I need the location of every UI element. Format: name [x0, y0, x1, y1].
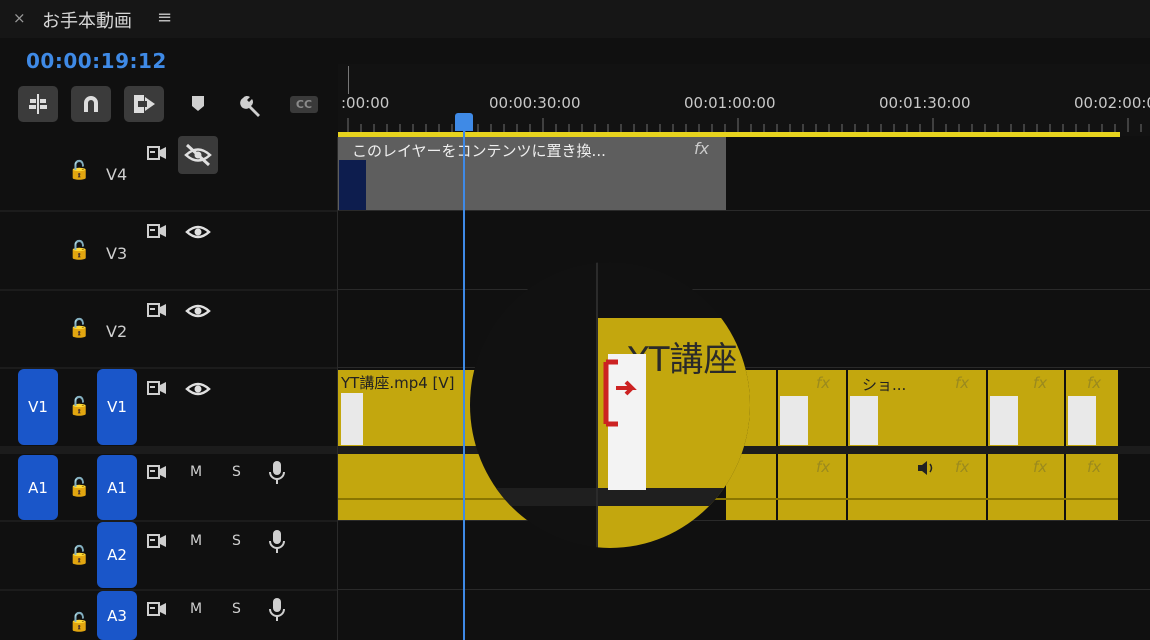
insert-nested-button[interactable]: [18, 86, 58, 122]
eye-icon[interactable]: [184, 222, 212, 242]
microphone-icon[interactable]: [268, 460, 286, 486]
lock-icon[interactable]: 🔓: [68, 160, 90, 181]
track-divider: [0, 520, 338, 522]
ruler-label: 00:02:00:00: [1074, 94, 1150, 112]
track-label-v3: V3: [106, 244, 128, 263]
lane-divider: [338, 589, 1150, 590]
magnified-edge: [596, 262, 598, 548]
microphone-icon[interactable]: [268, 597, 286, 623]
solo-button-a1[interactable]: S: [232, 464, 241, 480]
mute-button-a1[interactable]: M: [190, 464, 202, 480]
track-target-a1[interactable]: A1: [97, 455, 137, 520]
lock-icon[interactable]: 🔓: [68, 396, 90, 417]
lane-divider: [338, 289, 1150, 290]
eye-icon[interactable]: [184, 379, 212, 399]
fx-badge: fx: [816, 374, 831, 392]
playhead-line[interactable]: [463, 128, 465, 640]
solo-button-a2[interactable]: S: [232, 533, 241, 549]
linked-selection-button[interactable]: [124, 86, 164, 122]
track-divider: [0, 210, 338, 212]
track-target-a2[interactable]: A2: [97, 522, 137, 588]
eye-icon[interactable]: [184, 301, 212, 321]
microphone-icon[interactable]: [268, 529, 286, 555]
track-label-v4: V4: [106, 165, 128, 184]
add-marker-button[interactable]: [189, 92, 207, 118]
clip-thumbnail: [990, 396, 1018, 445]
lock-icon[interactable]: 🔓: [68, 477, 90, 498]
clip-thumbnail: [780, 396, 808, 445]
sync-lock-film-icon[interactable]: [147, 533, 167, 549]
fx-badge: fx: [1033, 374, 1048, 392]
magnified-divider: [470, 488, 730, 506]
sync-lock-film-icon[interactable]: [147, 464, 167, 480]
close-tab-icon[interactable]: ×: [13, 9, 26, 27]
sequence-tab-bar: [0, 0, 1150, 38]
audio-speaker-icon: [918, 461, 933, 475]
lock-icon[interactable]: 🔓: [68, 318, 90, 339]
audio-clip[interactable]: [778, 454, 846, 520]
linked-selection-icon: [134, 95, 155, 113]
fx-badge: fx: [955, 458, 970, 476]
mute-button-a3[interactable]: M: [190, 601, 202, 617]
sync-lock-film-icon[interactable]: [147, 145, 167, 161]
lane-divider: [338, 210, 1150, 211]
fx-badge: fx: [694, 139, 710, 158]
sync-lock-film-icon[interactable]: [147, 380, 167, 396]
solo-button-a3[interactable]: S: [232, 601, 241, 617]
sync-lock-film-icon[interactable]: [147, 302, 167, 318]
trim-handle-icon: [603, 359, 637, 427]
snap-button[interactable]: [71, 86, 111, 122]
video-clip-label: ショ...: [862, 376, 907, 394]
add-marker-icon: [192, 96, 204, 111]
fx-badge: fx: [955, 374, 970, 392]
source-patch-v1[interactable]: V1: [18, 369, 58, 445]
sync-lock-film-icon[interactable]: [147, 601, 167, 617]
ruler-label: 00:00:30:00: [489, 94, 581, 112]
playhead-handle[interactable]: [455, 113, 473, 131]
insert-nested-icon: [29, 94, 47, 114]
lock-icon[interactable]: 🔓: [68, 240, 90, 261]
toggle-output-button-v4[interactable]: [178, 136, 218, 174]
timeline-settings-button[interactable]: [239, 92, 265, 122]
audio-clip[interactable]: [988, 454, 1064, 520]
track-target-v1[interactable]: V1: [97, 369, 137, 445]
video-clip-label: YT講座.mp4 [V]: [341, 374, 455, 392]
source-patch-a1[interactable]: A1: [18, 455, 58, 520]
ruler-label: 00:01:00:00: [684, 94, 776, 112]
captions-icon: CC: [295, 98, 313, 111]
wrench-settings-icon: [240, 96, 260, 117]
panel-menu-icon[interactable]: ≡: [157, 7, 172, 28]
clip-thumbnail: [341, 393, 363, 445]
lock-icon[interactable]: 🔓: [68, 545, 90, 566]
ruler-start-line: [348, 66, 349, 94]
lock-icon[interactable]: 🔓: [68, 612, 90, 633]
track-target-a3[interactable]: A3: [97, 591, 137, 640]
track-divider: [0, 289, 338, 291]
snap-magnet-icon: [84, 96, 98, 112]
sequence-tab-title[interactable]: お手本動画: [42, 7, 132, 33]
graphic-clip-thumbnail: [339, 160, 366, 210]
eye-hidden-icon: [184, 143, 212, 167]
fx-badge: fx: [1087, 458, 1102, 476]
graphic-clip-label: このレイヤーをコンテンツに置き換...: [352, 142, 606, 160]
magnifier-overlay: YT講座: [470, 262, 750, 548]
clip-thumbnail: [850, 396, 878, 445]
fx-badge: fx: [1087, 374, 1102, 392]
fx-badge: fx: [1033, 458, 1048, 476]
ruler-label: 00:01:30:00: [879, 94, 971, 112]
sync-lock-film-icon[interactable]: [147, 223, 167, 239]
playhead-timecode[interactable]: 00:00:19:12: [26, 49, 167, 73]
ruler-label: :00:00: [341, 94, 390, 112]
fx-badge: fx: [816, 458, 831, 476]
track-label-v2: V2: [106, 322, 128, 341]
captions-button[interactable]: CC: [290, 96, 318, 113]
clip-thumbnail: [1068, 396, 1096, 445]
track-divider: [0, 589, 338, 591]
mute-button-a2[interactable]: M: [190, 533, 202, 549]
